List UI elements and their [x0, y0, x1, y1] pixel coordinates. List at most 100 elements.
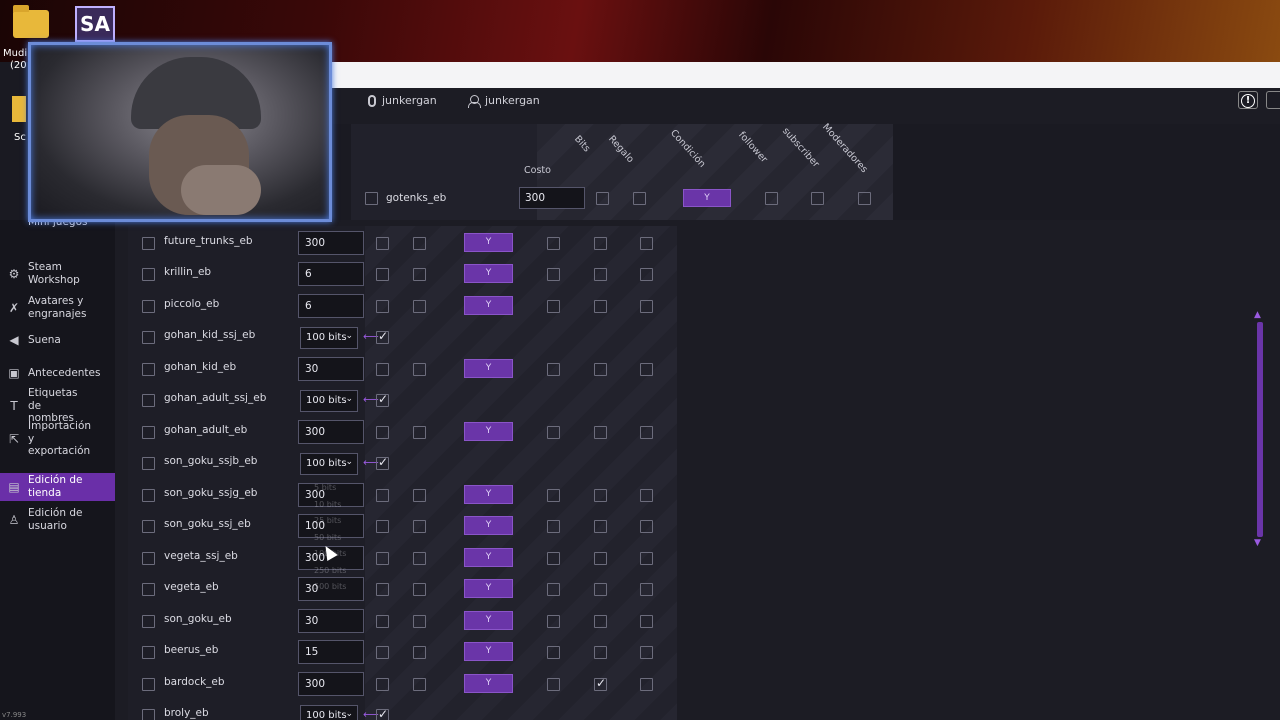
- moderator-checkbox[interactable]: [640, 678, 653, 691]
- moderator-checkbox[interactable]: [640, 520, 653, 533]
- bits-checkbox[interactable]: [376, 363, 389, 376]
- scroll-down-icon[interactable]: ▼: [1254, 538, 1261, 548]
- follower-checkbox[interactable]: [547, 615, 560, 628]
- cost-select[interactable]: 100 bits ⌄: [300, 390, 358, 412]
- subscriber-checkbox[interactable]: [594, 583, 607, 596]
- cost-input[interactable]: 300: [298, 420, 364, 444]
- bits-checkbox[interactable]: [376, 678, 389, 691]
- condition-button[interactable]: Y: [464, 642, 513, 661]
- gift-checkbox[interactable]: [413, 646, 426, 659]
- bits-checkbox[interactable]: [376, 615, 389, 628]
- row-select-checkbox[interactable]: [142, 552, 155, 565]
- gift-checkbox[interactable]: [413, 678, 426, 691]
- follower-checkbox[interactable]: [547, 583, 560, 596]
- row-select-checkbox[interactable]: [142, 300, 155, 313]
- mic-user-button[interactable]: junkergan: [368, 94, 437, 107]
- bits-checkbox[interactable]: [376, 329, 389, 344]
- extra-button[interactable]: [1266, 91, 1280, 109]
- row-select-checkbox[interactable]: [142, 709, 155, 720]
- folder-icon[interactable]: [12, 96, 26, 122]
- follower-checkbox[interactable]: [547, 363, 560, 376]
- subscriber-checkbox[interactable]: [594, 237, 607, 250]
- subscriber-checkbox[interactable]: [594, 300, 607, 313]
- gift-checkbox[interactable]: [413, 268, 426, 281]
- subscriber-checkbox[interactable]: [594, 552, 607, 565]
- cost-input[interactable]: 6: [298, 294, 364, 318]
- condition-button[interactable]: Y: [464, 233, 513, 252]
- sa-app-icon[interactable]: SA: [75, 6, 115, 42]
- moderator-checkbox[interactable]: [640, 646, 653, 659]
- scroll-thumb[interactable]: [1257, 322, 1263, 537]
- bits-checkbox[interactable]: [376, 583, 389, 596]
- moderator-checkbox[interactable]: [640, 300, 653, 313]
- follower-checkbox[interactable]: [765, 192, 778, 205]
- follower-checkbox[interactable]: [547, 237, 560, 250]
- subscriber-checkbox[interactable]: [594, 646, 607, 659]
- cost-input[interactable]: 300: [519, 187, 585, 209]
- condition-button[interactable]: Y: [464, 548, 513, 567]
- moderator-checkbox[interactable]: [640, 552, 653, 565]
- subscriber-checkbox[interactable]: [594, 676, 607, 691]
- row-select-checkbox[interactable]: [365, 192, 378, 205]
- cost-select[interactable]: 100 bits ⌄: [300, 327, 358, 349]
- gift-checkbox[interactable]: [413, 615, 426, 628]
- bits-checkbox[interactable]: [376, 520, 389, 533]
- moderator-checkbox[interactable]: [858, 192, 871, 205]
- row-select-checkbox[interactable]: [142, 615, 155, 628]
- bits-checkbox[interactable]: [376, 300, 389, 313]
- cost-input[interactable]: 15: [298, 640, 364, 664]
- subscriber-checkbox[interactable]: [594, 426, 607, 439]
- condition-button[interactable]: Y: [683, 189, 731, 207]
- row-select-checkbox[interactable]: [142, 426, 155, 439]
- sidebar-item-avatares[interactable]: ✗ Avatares y engranajes: [0, 294, 115, 322]
- scroll-up-icon[interactable]: ▲: [1254, 310, 1261, 320]
- moderator-checkbox[interactable]: [640, 583, 653, 596]
- subscriber-checkbox[interactable]: [594, 615, 607, 628]
- moderator-checkbox[interactable]: [640, 426, 653, 439]
- bits-checkbox[interactable]: [376, 268, 389, 281]
- gift-checkbox[interactable]: [633, 192, 646, 205]
- subscriber-checkbox[interactable]: [594, 489, 607, 502]
- subscriber-checkbox[interactable]: [594, 268, 607, 281]
- follower-checkbox[interactable]: [547, 489, 560, 502]
- folder-icon[interactable]: [13, 5, 49, 38]
- row-select-checkbox[interactable]: [142, 646, 155, 659]
- sidebar-item-edicion-tienda[interactable]: ▤ Edición de tienda: [0, 473, 115, 501]
- sidebar-item-antecedentes[interactable]: ▣ Antecedentes: [0, 365, 115, 381]
- scrollbar[interactable]: ▲ ▼: [1254, 310, 1266, 550]
- condition-button[interactable]: Y: [464, 516, 513, 535]
- bits-checkbox[interactable]: [376, 552, 389, 565]
- sidebar-item-edicion-usuario[interactable]: ♙ Edición de usuario: [0, 507, 115, 532]
- moderator-checkbox[interactable]: [640, 363, 653, 376]
- gift-checkbox[interactable]: [413, 363, 426, 376]
- bits-checkbox[interactable]: [376, 392, 389, 407]
- gift-checkbox[interactable]: [413, 552, 426, 565]
- condition-button[interactable]: Y: [464, 674, 513, 693]
- follower-checkbox[interactable]: [547, 268, 560, 281]
- bits-checkbox[interactable]: [596, 192, 609, 205]
- row-select-checkbox[interactable]: [142, 237, 155, 250]
- sidebar-item-steam-workshop[interactable]: ⚙ Steam Workshop: [0, 261, 115, 286]
- follower-checkbox[interactable]: [547, 520, 560, 533]
- gift-checkbox[interactable]: [413, 583, 426, 596]
- bits-checkbox[interactable]: [376, 426, 389, 439]
- bits-checkbox[interactable]: [376, 646, 389, 659]
- cost-input[interactable]: 30: [298, 609, 364, 633]
- alert-button[interactable]: !: [1238, 91, 1258, 109]
- follower-checkbox[interactable]: [547, 300, 560, 313]
- row-select-checkbox[interactable]: [142, 363, 155, 376]
- condition-button[interactable]: Y: [464, 579, 513, 598]
- gift-checkbox[interactable]: [413, 237, 426, 250]
- cost-select[interactable]: 100 bits ⌄: [300, 705, 358, 720]
- follower-checkbox[interactable]: [547, 646, 560, 659]
- row-select-checkbox[interactable]: [142, 394, 155, 407]
- follower-checkbox[interactable]: [547, 552, 560, 565]
- condition-button[interactable]: Y: [464, 296, 513, 315]
- moderator-checkbox[interactable]: [640, 489, 653, 502]
- row-select-checkbox[interactable]: [142, 268, 155, 281]
- follower-checkbox[interactable]: [547, 426, 560, 439]
- channel-user-button[interactable]: junkergan: [468, 94, 540, 108]
- subscriber-checkbox[interactable]: [811, 192, 824, 205]
- row-select-checkbox[interactable]: [142, 520, 155, 533]
- subscriber-checkbox[interactable]: [594, 363, 607, 376]
